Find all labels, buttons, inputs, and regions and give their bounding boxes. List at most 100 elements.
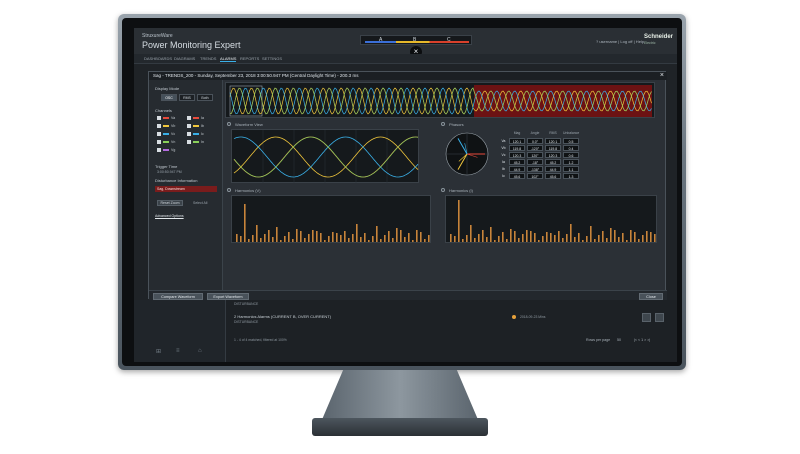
compare-waveform-button[interactable]: Compare Waveform [153,293,203,300]
checkbox-icon[interactable] [187,132,191,137]
export-waveform-button[interactable]: Export Waveform [207,293,249,300]
waveform-panel[interactable] [231,129,420,184]
list-icon[interactable]: ≡ [176,348,180,354]
harmonic-bar [526,230,528,242]
select-all-link[interactable]: Select All [193,201,207,205]
channel-vc[interactable]: Vc [157,132,187,137]
nav-dashboards[interactable]: DASHBOARDS [144,56,172,61]
channel-va[interactable]: Va [157,116,187,121]
harmonic-bar [626,240,628,242]
harmonics-i-panel[interactable] [445,195,657,243]
row2-action-2[interactable] [655,313,664,322]
harmonic-bar [240,236,242,242]
harmonic-bar [514,231,516,242]
harmonic-bar [574,237,576,242]
harmonic-bar [530,231,532,242]
row2-action-1[interactable] [642,313,651,322]
collapse-icon[interactable] [227,122,231,126]
harmonic-bar [486,237,488,242]
channel-color-swatch [163,117,169,120]
mode-osc-button[interactable]: OSC [161,94,177,101]
phasor-table-header [499,130,508,136]
harmonic-bar [344,231,346,242]
phasor-table-cell: 102° [527,173,543,179]
home-icon[interactable]: ⌂ [198,348,202,354]
harm-i-collapse-icon[interactable] [441,188,445,192]
logo-sub: Electric [644,41,656,45]
channel-vg[interactable]: Vg [157,148,187,153]
row2-title[interactable]: 2 Harmonics Alarms (CURRENT B, OVER CURR… [234,314,331,319]
channel-in[interactable]: In [187,140,217,145]
channel-ia[interactable]: Ia [187,116,217,121]
harmonic-bar [428,235,430,242]
harmonic-bar [264,234,266,242]
checkbox-icon[interactable] [187,140,191,145]
channel-color-swatch [163,125,169,128]
phasor-table-cell: 44.9 [509,166,525,172]
harmonic-bar [368,240,370,242]
harmonic-bar [470,225,472,242]
nav-trends[interactable]: TRENDS [200,56,216,61]
phasor-table-cell: 0.4 [563,145,579,151]
waveform-label: Waveform View [235,122,263,127]
harm-v-collapse-icon[interactable] [227,188,231,192]
row1-sub: DISTURBANCE [234,302,259,306]
channel-ic[interactable]: Ic [187,132,217,137]
harmonic-bar [312,230,314,242]
timeline-chart[interactable] [226,83,656,119]
harmonic-bar [538,240,540,242]
channel-label: Vb [171,124,176,128]
nav-reports[interactable]: REPORTS [240,56,259,61]
checkbox-icon[interactable] [157,132,161,137]
timeline-panel[interactable] [225,82,655,118]
checkbox-icon[interactable] [187,124,191,129]
phasor-table-cell: 45.6 [509,173,525,179]
dialog-close-icon[interactable]: × [660,72,664,80]
harmonic-bar [510,229,512,242]
harmonic-bar [606,238,608,242]
harmonic-bar [308,234,310,242]
pagination[interactable]: |< < 1 > >| [634,338,650,342]
checkbox-icon[interactable] [157,116,161,121]
channel-vn[interactable]: Vn [157,140,187,145]
channel-vb[interactable]: Vb [157,124,187,129]
mode-both-button[interactable]: Both [197,94,213,101]
mode-rms-button[interactable]: RMS [179,94,195,101]
harmonic-bar [550,233,552,242]
nav-diagrams[interactable]: DIAGRAMS [174,56,195,61]
channel-ib[interactable]: Ib [187,124,217,129]
checkbox-icon[interactable] [157,124,161,129]
phasor-diagram [445,132,489,176]
waveform-chart[interactable] [232,130,420,184]
nav-alarms[interactable]: ALARMS [220,56,237,62]
alarm-list: ⊞ ≡ ⌂ DISTURBANCE 2 Harmonics Alarms (CU… [134,300,677,362]
harmonic-bar [416,230,418,242]
channel-color-swatch [193,133,199,136]
monitor-frame: StruxureWare Power Monitoring Expert A B… [118,14,686,370]
phasor-table-cell: 45.2 [545,159,561,165]
harmonics-i-chart[interactable] [446,196,658,244]
checkbox-icon[interactable] [187,116,191,121]
harmonic-bar [348,238,350,242]
harmonic-bar [634,232,636,242]
channel-color-swatch [193,117,199,120]
checkbox-icon[interactable] [157,148,161,153]
close-button[interactable]: Close [639,293,663,300]
harmonics-v-panel[interactable] [231,195,431,243]
row2-sub: DISTURBANCE [234,320,259,324]
phasor-collapse-icon[interactable] [441,122,445,126]
phasor-table-cell: Ib [502,167,505,171]
harmonic-bar [498,236,500,242]
phasor-table-cell: Vc [501,153,506,157]
phasor-table-cell: 0.6 [563,152,579,158]
rows-per-page-select[interactable]: 50 [617,338,621,342]
reset-zoom-button[interactable]: Reset Zoom [157,200,183,206]
harmonics-v-chart[interactable] [232,196,432,244]
harmonic-bar [352,234,354,242]
grid-icon[interactable]: ⊞ [156,348,161,355]
header-links[interactable]: ? username | Log off | Help [596,39,644,44]
harmonic-bar [594,239,596,242]
checkbox-icon[interactable] [157,140,161,145]
advanced-options-link[interactable]: Advanced Options [155,214,184,218]
nav-settings[interactable]: SETTINGS [262,56,282,61]
